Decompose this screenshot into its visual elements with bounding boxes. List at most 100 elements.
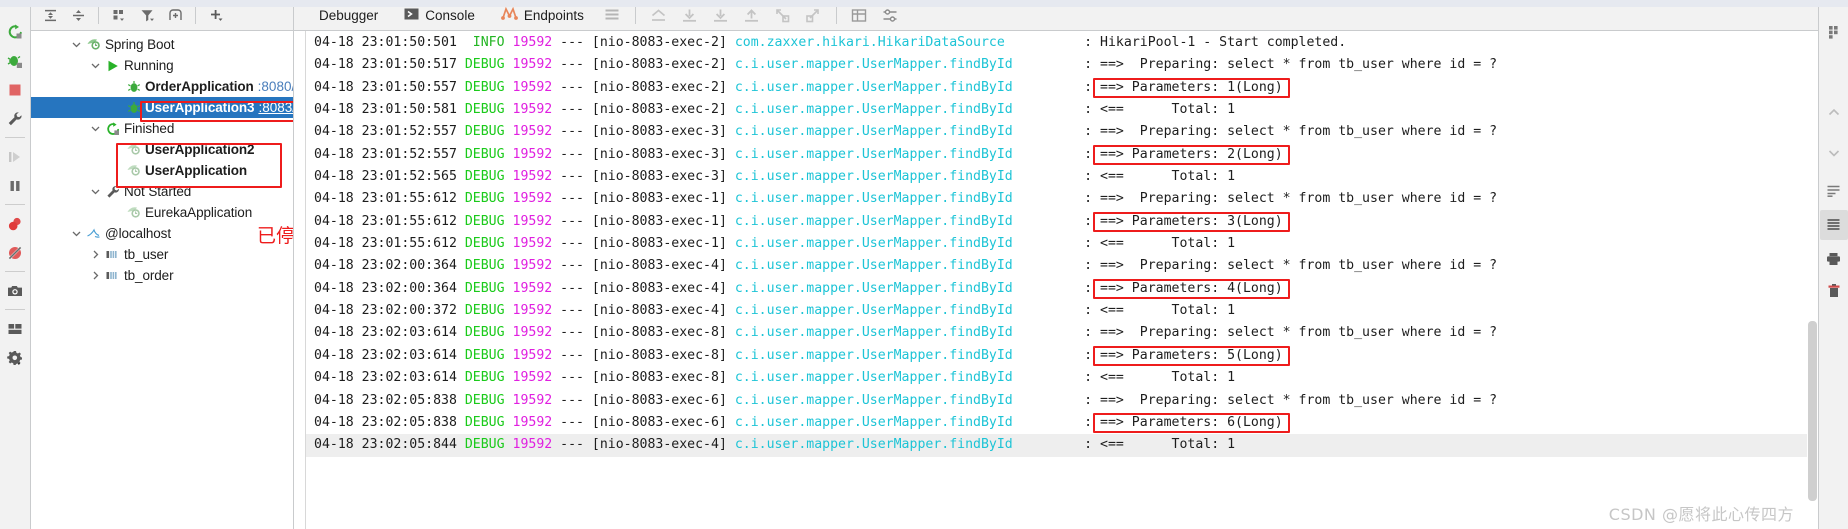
mysql-icon (84, 226, 103, 241)
log-separator: --- (552, 303, 592, 319)
spring-grey-icon (124, 163, 143, 178)
toolbar-divider (195, 6, 196, 24)
console-line: 04-18 23:02:03:614 DEBUG 19592 --- [nio-… (306, 345, 1818, 367)
tree-node-user-application[interactable]: UserApplication (31, 160, 293, 181)
console-grid-icon[interactable] (1820, 14, 1848, 50)
tree-node-finished[interactable]: Finished (31, 118, 293, 139)
log-pid: 19592 (512, 303, 553, 319)
log-pid: 19592 (512, 280, 553, 296)
log-message: : ==> Preparing: select * from tb_user w… (1012, 258, 1498, 274)
rerun-icon[interactable] (1, 17, 29, 46)
trash-icon[interactable] (1820, 276, 1848, 306)
log-pid: 19592 (512, 169, 553, 185)
tree-node-localhost[interactable]: @localhost (31, 223, 293, 244)
console-line: 04-18 23:01:50:501 INFO 19592 --- [nio-8… (306, 32, 1818, 54)
tree-node-order-application[interactable]: OrderApplication :8080/ (31, 76, 293, 97)
tree-node-eureka-application[interactable]: EurekaApplication (31, 202, 293, 223)
tree-node-label: EurekaApplication (145, 205, 253, 220)
log-pid: 19592 (512, 124, 553, 140)
log-timestamp: 04-18 23:02:00:364 (314, 280, 465, 296)
log-level: DEBUG (464, 347, 513, 363)
wrench-icon[interactable] (1, 104, 29, 133)
log-logger: c.i.user.mapper.UserMapper.findById (734, 236, 1013, 252)
console-icon (404, 7, 419, 24)
tree-node-user-application3[interactable]: UserApplication3 :8083/ (31, 97, 293, 118)
log-message: : ==> Preparing: select * from tb_user w… (1012, 57, 1498, 73)
console-line: 04-18 23:01:52:565 DEBUG 19592 --- [nio-… (306, 166, 1818, 188)
collapse-up-icon[interactable] (1820, 98, 1848, 128)
log-thread: [nio-8083-exec-4] (591, 303, 735, 319)
chevron-right-icon[interactable] (88, 271, 103, 280)
gear-icon[interactable] (1, 343, 29, 372)
collapse-down-icon[interactable] (1820, 138, 1848, 168)
log-separator: --- (552, 437, 592, 453)
tree-node-label: OrderApplication (145, 79, 254, 94)
log-timestamp: 04-18 23:01:52:565 (314, 169, 465, 185)
breakpoints-icon[interactable] (1, 209, 29, 238)
tree-node-running[interactable]: Running (31, 55, 293, 76)
log-timestamp: 04-18 23:02:00:372 (314, 303, 465, 319)
console-line: 04-18 23:02:05:838 DEBUG 19592 --- [nio-… (306, 390, 1818, 412)
log-level: DEBUG (464, 57, 513, 73)
chevron-right-icon[interactable] (88, 250, 103, 259)
log-separator: --- (552, 191, 592, 207)
endpoints-icon (500, 6, 518, 24)
spring-boot-icon (84, 37, 103, 52)
console-line: 04-18 23:01:55:612 DEBUG 19592 --- [nio-… (306, 233, 1818, 255)
pause-icon[interactable] (1, 171, 29, 200)
log-logger: c.i.user.mapper.UserMapper.findById (734, 169, 1013, 185)
stop-icon[interactable] (1, 75, 29, 104)
log-pid: 19592 (512, 392, 553, 408)
log-level: DEBUG (464, 258, 513, 274)
layout-icon[interactable] (1, 314, 29, 343)
debug-icon[interactable] (1, 46, 29, 75)
log-separator: --- (552, 347, 592, 363)
log-logger: c.i.user.mapper.UserMapper.findById (734, 258, 1013, 274)
scrollbar-thumb[interactable] (1808, 321, 1817, 501)
console-scrollbar[interactable] (1807, 31, 1818, 529)
console-line: 04-18 23:01:52:557 DEBUG 19592 --- [nio-… (306, 144, 1818, 166)
log-level: DEBUG (464, 102, 513, 118)
log-message: : ==> Parameters: 1(Long) (1012, 79, 1283, 95)
log-level: DEBUG (464, 414, 513, 430)
tree-node-port[interactable]: :8083/ (258, 100, 293, 115)
tree-node-tb-user[interactable]: tb_user (31, 244, 293, 265)
log-logger: c.i.user.mapper.UserMapper.findById (734, 392, 1013, 408)
tree-node-not-started[interactable]: Not Started (31, 181, 293, 202)
rail-divider (5, 271, 25, 272)
log-logger: c.i.user.mapper.UserMapper.findById (734, 79, 1013, 95)
tree-node-spring-boot[interactable]: Spring Boot (31, 34, 293, 55)
log-timestamp: 04-18 23:02:05:838 (314, 414, 465, 430)
toolbar-divider (98, 6, 99, 24)
chevron-down-icon[interactable] (88, 187, 103, 196)
console-output-wrap: 04-18 23:01:50:501 INFO 19592 --- [nio-8… (294, 31, 1818, 529)
log-separator: --- (552, 414, 592, 430)
log-message: : ==> Parameters: 3(Long) (1012, 213, 1283, 229)
step-over-icon[interactable] (1, 142, 29, 171)
scroll-to-end-icon[interactable] (1819, 210, 1848, 240)
log-logger: c.i.user.mapper.UserMapper.findById (734, 213, 1013, 229)
mute-breakpoints-icon[interactable] (1, 238, 29, 267)
tree-node-tb-order[interactable]: tb_order (31, 265, 293, 286)
tree-node-user-application2[interactable]: UserApplication2 (31, 139, 293, 160)
console-line: 04-18 23:02:00:364 DEBUG 19592 --- [nio-… (306, 255, 1818, 277)
chevron-down-icon[interactable] (88, 124, 103, 133)
log-pid: 19592 (512, 258, 553, 274)
soft-wrap-icon[interactable] (1820, 176, 1848, 206)
chevron-down-icon[interactable] (69, 229, 84, 238)
toolbar-divider (634, 6, 636, 24)
chevron-down-icon[interactable] (88, 61, 103, 70)
camera-icon[interactable] (1, 276, 29, 305)
watermark-text: CSDN @愿将此心传四方 (1608, 505, 1794, 524)
log-pid: 19592 (512, 325, 553, 341)
log-thread: [nio-8083-exec-3] (591, 124, 735, 140)
tree-node-port[interactable]: :8080/ (258, 79, 293, 94)
rail-divider (5, 309, 25, 310)
console-output[interactable]: 04-18 23:01:50:501 INFO 19592 --- [nio-8… (306, 31, 1818, 529)
chevron-down-icon[interactable] (69, 40, 84, 49)
log-thread: [nio-8083-exec-8] (591, 325, 735, 341)
log-separator: --- (552, 280, 592, 296)
run-config-tree[interactable]: Spring Boot Running OrderApplication :80… (31, 31, 293, 529)
print-icon[interactable] (1820, 244, 1848, 274)
log-thread: [nio-8083-exec-1] (591, 236, 735, 252)
